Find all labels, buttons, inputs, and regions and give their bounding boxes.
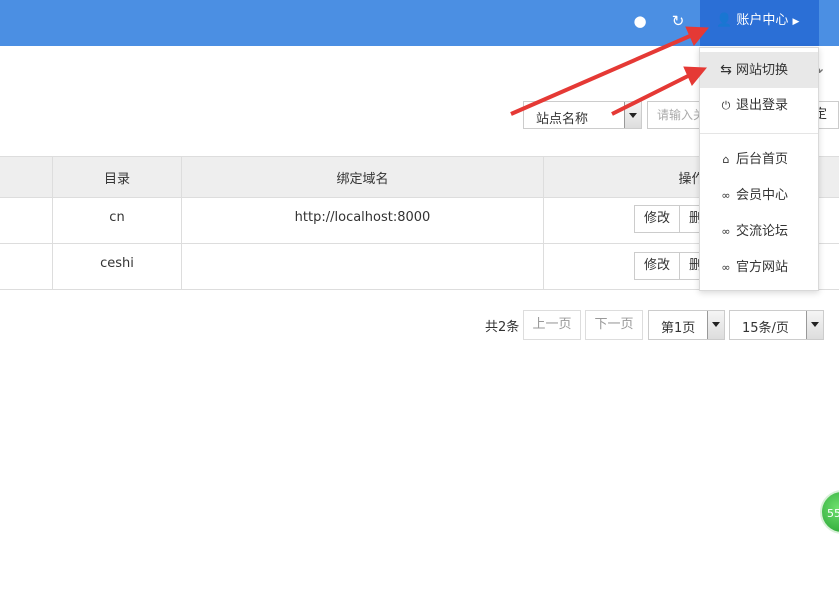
annotation-arrow — [510, 34, 691, 116]
annotation-arrow — [611, 74, 689, 116]
annotation-arrows — [510, 26, 710, 116]
